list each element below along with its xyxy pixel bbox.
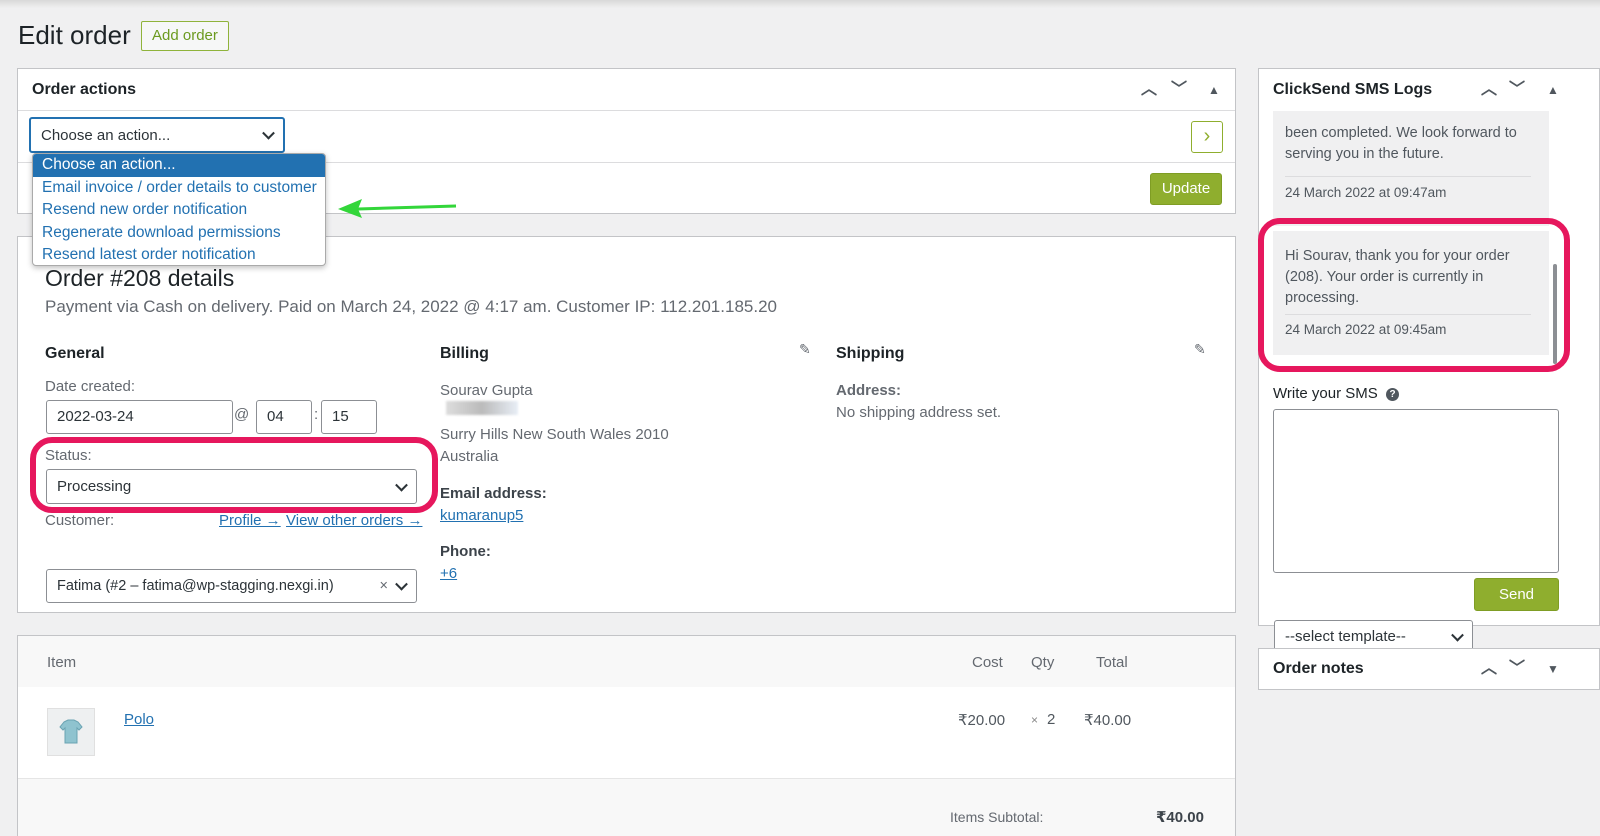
order-meta: Payment via Cash on delivery. Paid on Ma… <box>45 297 777 316</box>
sms-logs-header: ClickSend SMS Logs ︿ ﹀ ▲ <box>1259 69 1599 111</box>
subtotal-value: ₹40.00 <box>1156 809 1204 826</box>
dropdown-option[interactable]: Email invoice / order details to custome… <box>33 177 325 200</box>
sms-textarea[interactable] <box>1273 409 1559 573</box>
dropdown-option[interactable]: Regenerate download permissions <box>33 222 325 245</box>
billing-phone-link[interactable]: +6 <box>440 565 457 582</box>
move-up-icon[interactable]: ︿ <box>1141 69 1157 111</box>
view-other-orders-link[interactable]: View other orders → <box>286 512 422 529</box>
chevron-down-icon <box>395 577 408 591</box>
billing-country: Australia <box>440 448 499 465</box>
move-up-icon[interactable]: ︿ <box>1481 69 1497 111</box>
order-data-box: Order #208 details Payment via Cash on d… <box>17 236 1236 613</box>
order-actions-header: Order actions ︿ ﹀ ▲ <box>18 69 1235 111</box>
go-button[interactable]: › <box>1191 121 1223 153</box>
table-row-qty: 2 <box>1047 711 1056 728</box>
table-row-item-link[interactable]: Polo <box>124 711 154 728</box>
update-button[interactable]: Update <box>1150 173 1222 205</box>
move-down-icon[interactable]: ﹀ <box>1509 649 1525 689</box>
dropdown-option[interactable]: Resend new order notification <box>33 199 325 222</box>
template-select-value: --select template-- <box>1285 628 1406 645</box>
billing-city: Surry Hills New South Wales 2010 <box>440 426 669 443</box>
sms-log-divider <box>1285 176 1531 177</box>
edit-shipping-icon[interactable]: ✎ <box>1194 341 1206 358</box>
col-qty: Qty <box>1031 654 1055 671</box>
order-heading: Order #208 details <box>45 265 235 291</box>
hour-input[interactable]: 04 <box>256 400 312 434</box>
add-order-button[interactable]: Add order <box>141 21 229 51</box>
page-title: Edit order <box>18 20 131 50</box>
collapse-icon[interactable]: ▲ <box>1208 69 1220 111</box>
collapse-icon[interactable]: ▲ <box>1547 69 1559 111</box>
time-colon: : <box>314 406 319 423</box>
customer-label: Customer: <box>45 512 115 529</box>
shipping-address: No shipping address set. <box>836 404 1002 421</box>
billing-title: Billing <box>440 345 489 362</box>
table-row-cost: ₹20.00 <box>958 712 1006 729</box>
move-up-icon[interactable]: ︿ <box>1481 649 1497 689</box>
move-down-icon[interactable]: ﹀ <box>1171 69 1187 111</box>
table-row-total: ₹40.00 <box>1084 712 1132 729</box>
customer-select[interactable]: Fatima (#2 – fatima@wp-stagging.nexgi.in… <box>46 569 417 603</box>
customer-value: Fatima (#2 – fatima@wp-stagging.nexgi.in… <box>57 578 334 594</box>
order-action-select-value: Choose an action... <box>41 127 171 144</box>
dropdown-option[interactable]: Resend latest order notification <box>33 244 325 265</box>
dropdown-option[interactable]: Choose an action... <box>33 154 325 177</box>
expand-icon[interactable]: ▼ <box>1547 649 1559 689</box>
date-created-label: Date created: <box>45 378 136 395</box>
shipping-title: Shipping <box>836 345 905 362</box>
sms-log-item: been completed. We look forward to servi… <box>1273 111 1549 226</box>
subtotal-label: Items Subtotal: <box>950 809 1044 825</box>
order-action-select[interactable]: Choose an action... <box>29 117 285 153</box>
col-total: Total <box>1096 654 1128 671</box>
minute-input[interactable]: 15 <box>321 400 377 434</box>
order-action-dropdown: Choose an action... Email invoice / orde… <box>32 153 326 266</box>
order-items-box: Item Cost Qty Total Polo ₹20.00 × 2 ₹40.… <box>17 635 1236 836</box>
polo-shirt-icon <box>59 719 83 744</box>
sms-highlight <box>1258 218 1570 372</box>
col-item: Item <box>47 654 77 671</box>
shipping-address-label: Address: <box>836 382 902 399</box>
top-shade <box>0 0 1600 8</box>
items-footer <box>18 778 1235 836</box>
edit-billing-icon[interactable]: ✎ <box>799 341 811 358</box>
date-created-input[interactable]: 2022-03-24 <box>46 400 233 434</box>
clear-icon[interactable]: × <box>380 570 388 602</box>
billing-name: Sourav Gupta <box>440 382 533 399</box>
order-notes-header: Order notes ︿ ﹀ ▼ <box>1259 649 1599 689</box>
profile-link[interactable]: Profile → <box>219 512 281 529</box>
sms-log-message: been completed. We look forward to servi… <box>1285 125 1517 162</box>
col-cost: Cost <box>972 654 1003 671</box>
move-down-icon[interactable]: ﹀ <box>1509 69 1525 111</box>
order-notes-title: Order notes <box>1273 660 1364 677</box>
phone-label: Phone: <box>440 543 491 560</box>
sms-log-date: 24 March 2022 at 09:47am <box>1285 185 1447 200</box>
product-thumbnail <box>47 708 95 756</box>
email-label: Email address: <box>440 485 547 502</box>
send-button[interactable]: Send <box>1474 578 1559 611</box>
green-arrow-annotation <box>338 199 457 218</box>
help-icon[interactable]: ? <box>1386 388 1399 401</box>
general-title: General <box>45 345 105 362</box>
chevron-down-icon <box>262 126 275 140</box>
write-sms-label: Write your SMS <box>1273 385 1378 402</box>
sms-logs-title: ClickSend SMS Logs <box>1273 81 1433 98</box>
status-highlight <box>30 437 438 513</box>
billing-email-link[interactable]: kumaranup5 <box>440 507 618 524</box>
order-actions-title: Order actions <box>32 81 137 98</box>
at-sign: @ <box>234 406 250 423</box>
order-notes-box: Order notes ︿ ﹀ ▼ <box>1258 648 1600 690</box>
table-row-qty-x: × <box>1031 713 1039 727</box>
blurred-address <box>446 401 518 415</box>
chevron-down-icon <box>1451 628 1464 642</box>
